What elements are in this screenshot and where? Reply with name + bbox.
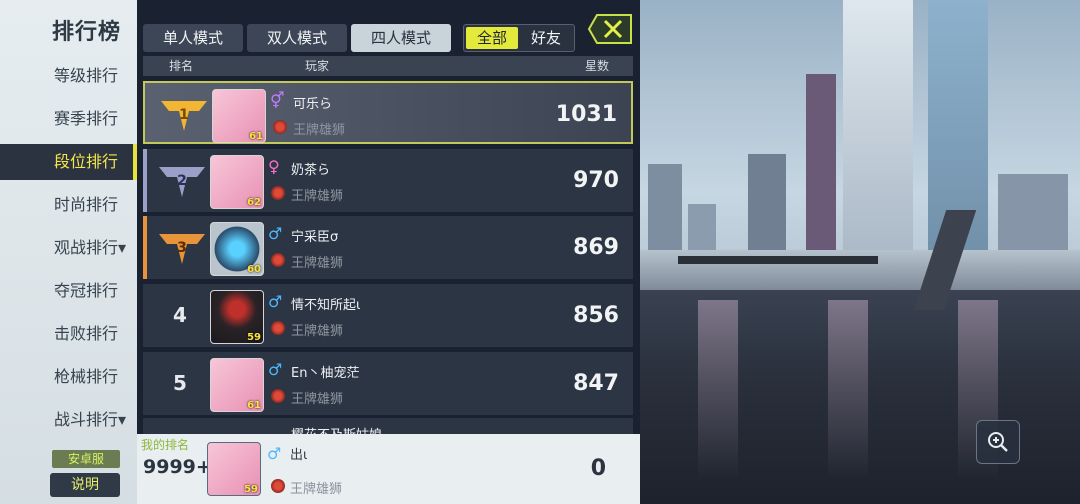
tab-solo[interactable]: 单人模式 (143, 24, 243, 52)
avatar[interactable]: 60 (210, 222, 264, 276)
level-badge: 61 (247, 400, 261, 411)
gender-icon: ⚥ (270, 91, 285, 110)
player-title: 王牌雄狮 (291, 392, 344, 407)
tab-duo[interactable]: 双人模式 (247, 24, 347, 52)
rank-stripe (143, 216, 147, 279)
star-count: 869 (573, 235, 619, 260)
my-player-name: 出ι (290, 448, 308, 463)
my-player-title: 王牌雄狮 (290, 482, 343, 497)
level-badge: 59 (247, 332, 261, 343)
sidebar-item-weapons[interactable]: 枪械排行 (0, 359, 137, 395)
my-rank-value: 9999+ (143, 456, 212, 478)
star-count: 856 (573, 303, 619, 328)
table-row[interactable]: 5 61 ♂ En丶柚宠茫 王牌雄狮 847 (143, 352, 633, 415)
tab-squad[interactable]: 四人模式 (351, 24, 451, 52)
zoom-in-icon (988, 432, 1008, 452)
sidebar-item-combat[interactable]: 战斗排行▾ (0, 402, 137, 438)
page-title: 排行榜 (52, 20, 122, 45)
table-row[interactable]: 2 62 ♀ 奶茶ら 王牌雄狮 970 (143, 149, 633, 212)
avatar[interactable]: 62 (210, 155, 264, 209)
rank-stripe (143, 149, 147, 212)
gender-icon: ♂ (268, 360, 283, 379)
filter-friends[interactable]: 好友 (520, 27, 572, 49)
table-row[interactable]: 1 61 ⚥ 可乐ら 王牌雄狮 1031 (143, 81, 633, 144)
svg-text:1: 1 (179, 107, 189, 123)
avatar[interactable]: 61 (212, 89, 266, 143)
title-crest-icon (273, 120, 287, 134)
player-title: 王牌雄狮 (291, 324, 344, 339)
svg-text:3: 3 (177, 240, 187, 256)
sidebar-item-fashion[interactable]: 时尚排行 (0, 187, 137, 223)
gender-icon: ♂ (268, 292, 283, 311)
sidebar-item-wins[interactable]: 夺冠排行 (0, 273, 137, 309)
title-crest-icon (271, 321, 285, 335)
player-title: 王牌雄狮 (293, 123, 346, 138)
leaderboard-panel: 单人模式 双人模式 四人模式 全部 好友 排名 玩家 星数 1 61 ⚥ 可乐ら… (137, 0, 640, 504)
player-name: En丶柚宠茫 (291, 366, 360, 381)
my-rank-bar: 我的排名 9999+ 59 ♂ 出ι 王牌雄狮 0 (137, 434, 640, 504)
player-title: 王牌雄狮 (291, 256, 344, 271)
star-count: 1031 (555, 102, 617, 127)
title-crest-icon (271, 186, 285, 200)
scope-filter: 全部 好友 (463, 24, 575, 52)
avatar[interactable]: 61 (210, 358, 264, 412)
title-crest-icon (271, 253, 285, 267)
player-title: 王牌雄狮 (291, 189, 344, 204)
my-star-count: 0 (590, 456, 606, 481)
rank-number: 4 (173, 303, 187, 327)
sidebar-item-rank-tier[interactable]: 段位排行 (0, 144, 137, 180)
explain-button[interactable]: 说明 (50, 473, 120, 497)
rank-number: 5 (173, 371, 187, 395)
player-name: 奶茶ら (291, 163, 331, 178)
player-name: 情不知所起ι (291, 298, 361, 313)
sidebar-item-spectate[interactable]: 观战排行▾ (0, 230, 137, 266)
zoom-button[interactable] (976, 420, 1020, 464)
level-badge: 61 (249, 131, 263, 142)
sidebar-item-kills[interactable]: 击败排行 (0, 316, 137, 352)
level-badge: 59 (244, 484, 258, 495)
close-button[interactable] (587, 13, 633, 45)
star-count: 847 (573, 371, 619, 396)
sidebar: 排行榜 等级排行 赛季排行 段位排行 时尚排行 观战排行▾ 夺冠排行 击败排行 … (0, 0, 137, 504)
level-badge: 60 (247, 264, 261, 275)
player-name: 可乐ら (293, 97, 333, 112)
gender-icon: ♂ (267, 444, 282, 463)
avatar[interactable]: 59 (210, 290, 264, 344)
reflection (698, 300, 738, 480)
sidebar-item-season[interactable]: 赛季排行 (0, 101, 137, 137)
column-header: 排名 玩家 星数 (143, 56, 633, 76)
server-badge[interactable]: 安卓服 (52, 450, 120, 468)
title-crest-icon (271, 479, 285, 493)
sidebar-item-level[interactable]: 等级排行 (0, 58, 137, 94)
level-badge: 62 (247, 197, 261, 208)
gender-icon: ♀ (268, 157, 280, 176)
title-crest-icon (271, 389, 285, 403)
filter-all[interactable]: 全部 (466, 27, 518, 49)
col-player: 玩家 (305, 59, 330, 73)
my-rank-label: 我的排名 (141, 438, 190, 452)
table-row[interactable]: 3 60 ♂ 宁采臣σ 王牌雄狮 869 (143, 216, 633, 279)
star-count: 970 (573, 168, 619, 193)
player-name: 宁采臣σ (291, 230, 339, 245)
rank-2-badge-icon: 2 (159, 167, 205, 197)
col-rank: 排名 (169, 59, 194, 73)
table-row[interactable]: 4 59 ♂ 情不知所起ι 王牌雄狮 856 (143, 284, 633, 347)
mode-tabs: 单人模式 双人模式 四人模式 (143, 24, 451, 52)
svg-text:2: 2 (177, 173, 187, 189)
col-stars: 星数 (585, 59, 610, 73)
table (678, 256, 878, 264)
rank-3-badge-icon: 3 (159, 234, 205, 264)
my-avatar[interactable]: 59 (207, 442, 261, 496)
gender-icon: ♂ (268, 224, 283, 243)
rank-1-badge-icon: 1 (161, 101, 207, 131)
reflection (828, 300, 868, 480)
tower (843, 0, 913, 284)
